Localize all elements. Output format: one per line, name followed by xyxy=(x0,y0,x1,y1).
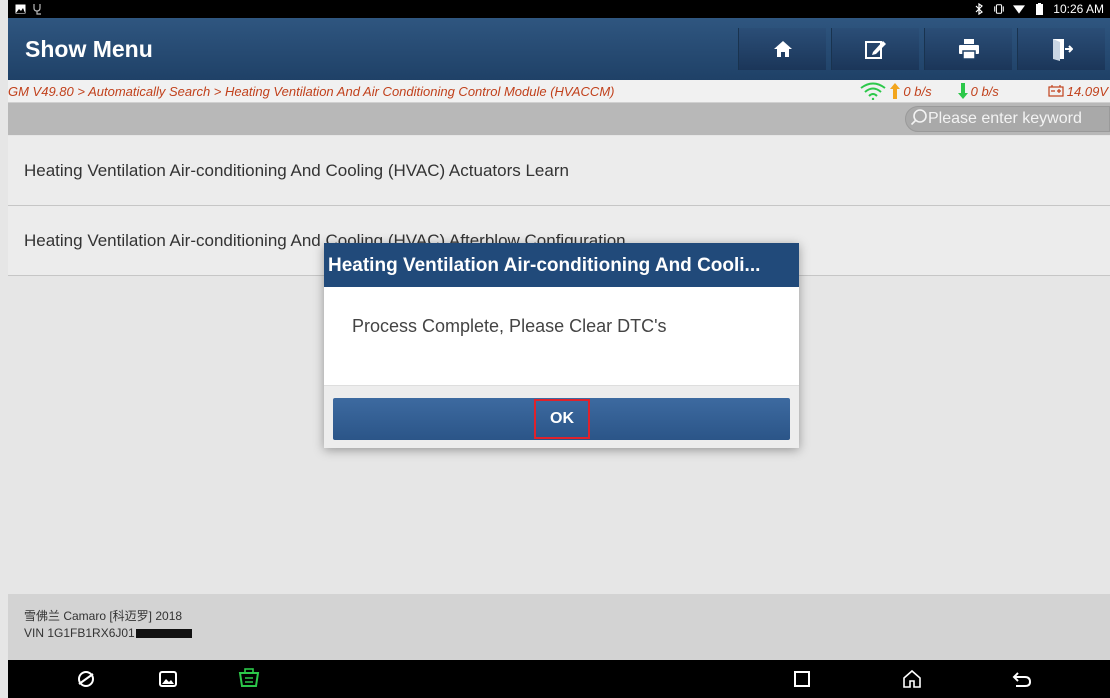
ok-button-label: OK xyxy=(534,399,590,439)
dialog-title: Heating Ventilation Air-conditioning And… xyxy=(324,243,799,287)
dialog-footer: OK xyxy=(324,385,799,448)
dialog-message: Process Complete, Please Clear DTC's xyxy=(352,316,667,336)
message-dialog: Heating Ventilation Air-conditioning And… xyxy=(324,243,799,448)
ok-button[interactable]: OK xyxy=(333,398,790,440)
modal-overlay: Heating Ventilation Air-conditioning And… xyxy=(0,0,1110,698)
